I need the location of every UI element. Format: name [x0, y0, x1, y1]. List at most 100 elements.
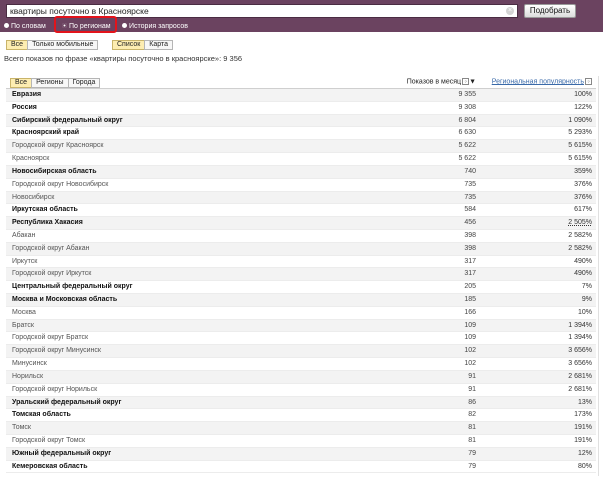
impressions-count: 398 — [464, 231, 476, 239]
table-row: Иркутская область 584 617% — [6, 204, 596, 218]
table-row: Россия 9 308 122% — [6, 102, 596, 115]
help-icon[interactable]: ? — [462, 78, 470, 85]
highlight-annotation — [54, 16, 117, 33]
tab-all[interactable]: Все — [10, 78, 33, 88]
impressions-count: 584 — [464, 206, 476, 214]
region-name[interactable]: Томская область — [12, 411, 71, 418]
region-name[interactable]: Новосибирская область — [12, 168, 97, 175]
table-row: Москва и Московская область 185 9% — [6, 294, 596, 307]
regional-popularity: 13% — [577, 398, 592, 406]
clear-icon[interactable]: × — [506, 7, 514, 15]
regional-popularity: 376% — [574, 180, 592, 188]
region-name[interactable]: Городской округ Томск — [12, 437, 85, 444]
device-filter: Все Только мобильные — [6, 40, 99, 50]
table-row: Новосибирская область 740 359% — [6, 165, 596, 179]
filter-all-button[interactable]: Все — [6, 40, 29, 50]
region-name[interactable]: Москва — [12, 309, 36, 316]
table-row: Городской округ Норильск 91 2 681% — [6, 384, 596, 397]
impressions-count: 205 — [464, 283, 476, 291]
table-row: Южный федеральный округ 79 12% — [6, 447, 596, 461]
impressions-count: 456 — [464, 219, 476, 227]
mode-by-words[interactable]: По словам — [4, 22, 46, 32]
region-name[interactable]: Норильск — [12, 373, 43, 380]
table-row: Томская область 82 173% — [6, 409, 596, 423]
table-row: Центральный федеральный округ 205 7% — [6, 281, 596, 294]
regional-popularity: 7% — [581, 283, 592, 291]
impressions-count: 9 308 — [458, 103, 476, 111]
regional-popularity: 5 615% — [568, 142, 592, 150]
impressions-count: 102 — [464, 347, 476, 355]
impressions-count: 91 — [468, 372, 476, 380]
region-name[interactable]: Россия — [12, 104, 37, 111]
region-name[interactable]: Городской округ Красноярск — [12, 142, 103, 149]
column-header-count-label: Показов в месяц — [406, 78, 462, 86]
regional-popularity: 191% — [574, 436, 592, 444]
region-name[interactable]: Красноярский край — [12, 129, 79, 136]
impressions-count: 79 — [468, 449, 476, 457]
table-row: Сибирский федеральный округ 6 804 1 090% — [6, 114, 596, 128]
table-row: Городской округ Иркутск 317 490% — [6, 268, 596, 282]
impressions-count: 79 — [468, 462, 476, 470]
region-name[interactable]: Южный федеральный округ — [12, 450, 111, 457]
region-name[interactable]: Новосибирск — [12, 194, 54, 201]
mode-history[interactable]: История запросов — [122, 22, 188, 32]
tab-cities[interactable]: Города — [67, 78, 101, 88]
impressions-count: 185 — [464, 296, 476, 303]
regional-popularity: 2 681% — [568, 372, 592, 380]
regional-popularity: 9% — [581, 296, 592, 303]
region-name[interactable]: Городской округ Новосибирск — [12, 181, 108, 188]
table-row: Республика Хакасия 456 2 505% — [6, 217, 596, 230]
table-row: Городской округ Абакан 398 2 582% — [6, 242, 596, 256]
help-icon[interactable]: ? — [585, 78, 592, 85]
region-name[interactable]: Уральский федеральный округ — [12, 399, 121, 406]
table-row: Томск 81 191% — [6, 422, 596, 435]
impressions-count: 86 — [468, 398, 476, 406]
column-header-count[interactable]: Показов в месяц? ▼ — [406, 78, 476, 86]
region-name[interactable]: Сибирский федеральный округ — [12, 117, 123, 124]
region-name[interactable]: Республика Хакасия — [12, 219, 83, 226]
region-name[interactable]: Евразия — [12, 91, 41, 98]
region-name[interactable]: Кемеровская область — [12, 463, 88, 470]
region-name[interactable]: Томск — [12, 424, 31, 431]
view-list-button[interactable]: Список — [112, 40, 146, 50]
region-name[interactable]: Центральный федеральный округ — [12, 283, 133, 290]
regional-popularity: 1 090% — [568, 116, 592, 124]
regional-popularity: 490% — [574, 270, 592, 278]
table-row: Братск 109 1 394% — [6, 319, 596, 333]
region-name[interactable]: Иркутск — [12, 258, 37, 265]
column-header-popularity[interactable]: Региональная популярность? — [476, 78, 592, 86]
region-name[interactable]: Городской округ Братск — [12, 334, 88, 341]
radio-icon — [122, 22, 127, 28]
region-table: Евразия 9 355 100% Россия 9 308 122% Сибирский… — [6, 89, 596, 474]
region-name[interactable]: Городской округ Иркутск — [12, 270, 91, 277]
impressions-count: 82 — [468, 411, 476, 419]
region-name[interactable]: Городской округ Минусинск — [12, 347, 101, 354]
region-name[interactable]: Городской округ Норильск — [12, 386, 97, 393]
view-map-button[interactable]: Карта — [144, 40, 174, 50]
region-name[interactable]: Абакан — [12, 232, 35, 239]
table-row: Кемеровская область 79 80% — [6, 461, 596, 474]
impressions-count: 317 — [464, 270, 476, 278]
table-row: Городской округ Минусинск 102 3 656% — [6, 345, 596, 359]
filter-mobile-button[interactable]: Только мобильные — [27, 40, 99, 50]
region-name[interactable]: Братск — [12, 322, 34, 329]
regional-popularity: 3 656% — [568, 347, 592, 355]
region-name[interactable]: Минусинск — [12, 360, 47, 367]
table-row: Городской округ Братск 109 1 394% — [6, 332, 596, 346]
regional-popularity: 2 582% — [568, 244, 592, 252]
mode-by-words-label: По словам — [11, 23, 46, 30]
regional-popularity: 617% — [574, 206, 592, 214]
tab-regions[interactable]: Регионы — [31, 78, 69, 88]
region-name[interactable]: Москва и Московская область — [12, 296, 117, 303]
regional-popularity: 2 505% — [568, 219, 592, 227]
total-summary: Всего показов по фразе «квартиры посуточ… — [4, 54, 243, 63]
regional-popularity: 173% — [574, 411, 592, 419]
regional-popularity: 80% — [577, 462, 592, 470]
table-row: Городской округ Красноярск 5 622 5 615% — [6, 140, 596, 154]
region-name[interactable]: Городской округ Абакан — [12, 245, 89, 252]
region-name[interactable]: Иркутская область — [12, 206, 78, 213]
region-name[interactable]: Красноярск — [12, 155, 49, 162]
impressions-count: 735 — [464, 180, 476, 188]
impressions-count: 6 630 — [458, 129, 476, 137]
submit-button[interactable]: Подобрать — [524, 4, 576, 18]
